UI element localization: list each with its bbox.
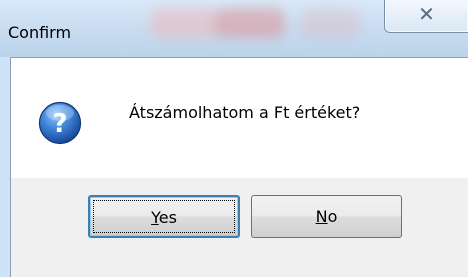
background-blur <box>215 8 285 38</box>
yes-label-rest: es <box>158 208 177 227</box>
window-title: Confirm <box>8 23 72 42</box>
title-bar: Confirm ✕ <box>0 0 468 57</box>
dialog-client-area: ? Átszámolhatom a Ft értéket? Yes No <box>10 57 468 277</box>
background-blur <box>300 8 360 38</box>
yes-button[interactable]: Yes <box>88 195 240 238</box>
yes-button-label: Yes <box>90 208 238 228</box>
close-button[interactable]: ✕ <box>384 0 468 33</box>
message-area: ? Átszámolhatom a Ft értéket? <box>11 58 468 178</box>
background-blur <box>150 8 220 38</box>
no-button-label: No <box>252 207 401 227</box>
yes-mnemonic: Y <box>151 208 159 227</box>
no-mnemonic: N <box>315 207 328 226</box>
no-label-rest: o <box>327 207 338 226</box>
no-button[interactable]: No <box>251 195 402 238</box>
svg-text:?: ? <box>52 109 67 139</box>
question-icon: ? <box>38 101 82 145</box>
confirm-message: Átszámolhatom a Ft értéket? <box>129 103 361 122</box>
close-icon: ✕ <box>418 2 435 26</box>
